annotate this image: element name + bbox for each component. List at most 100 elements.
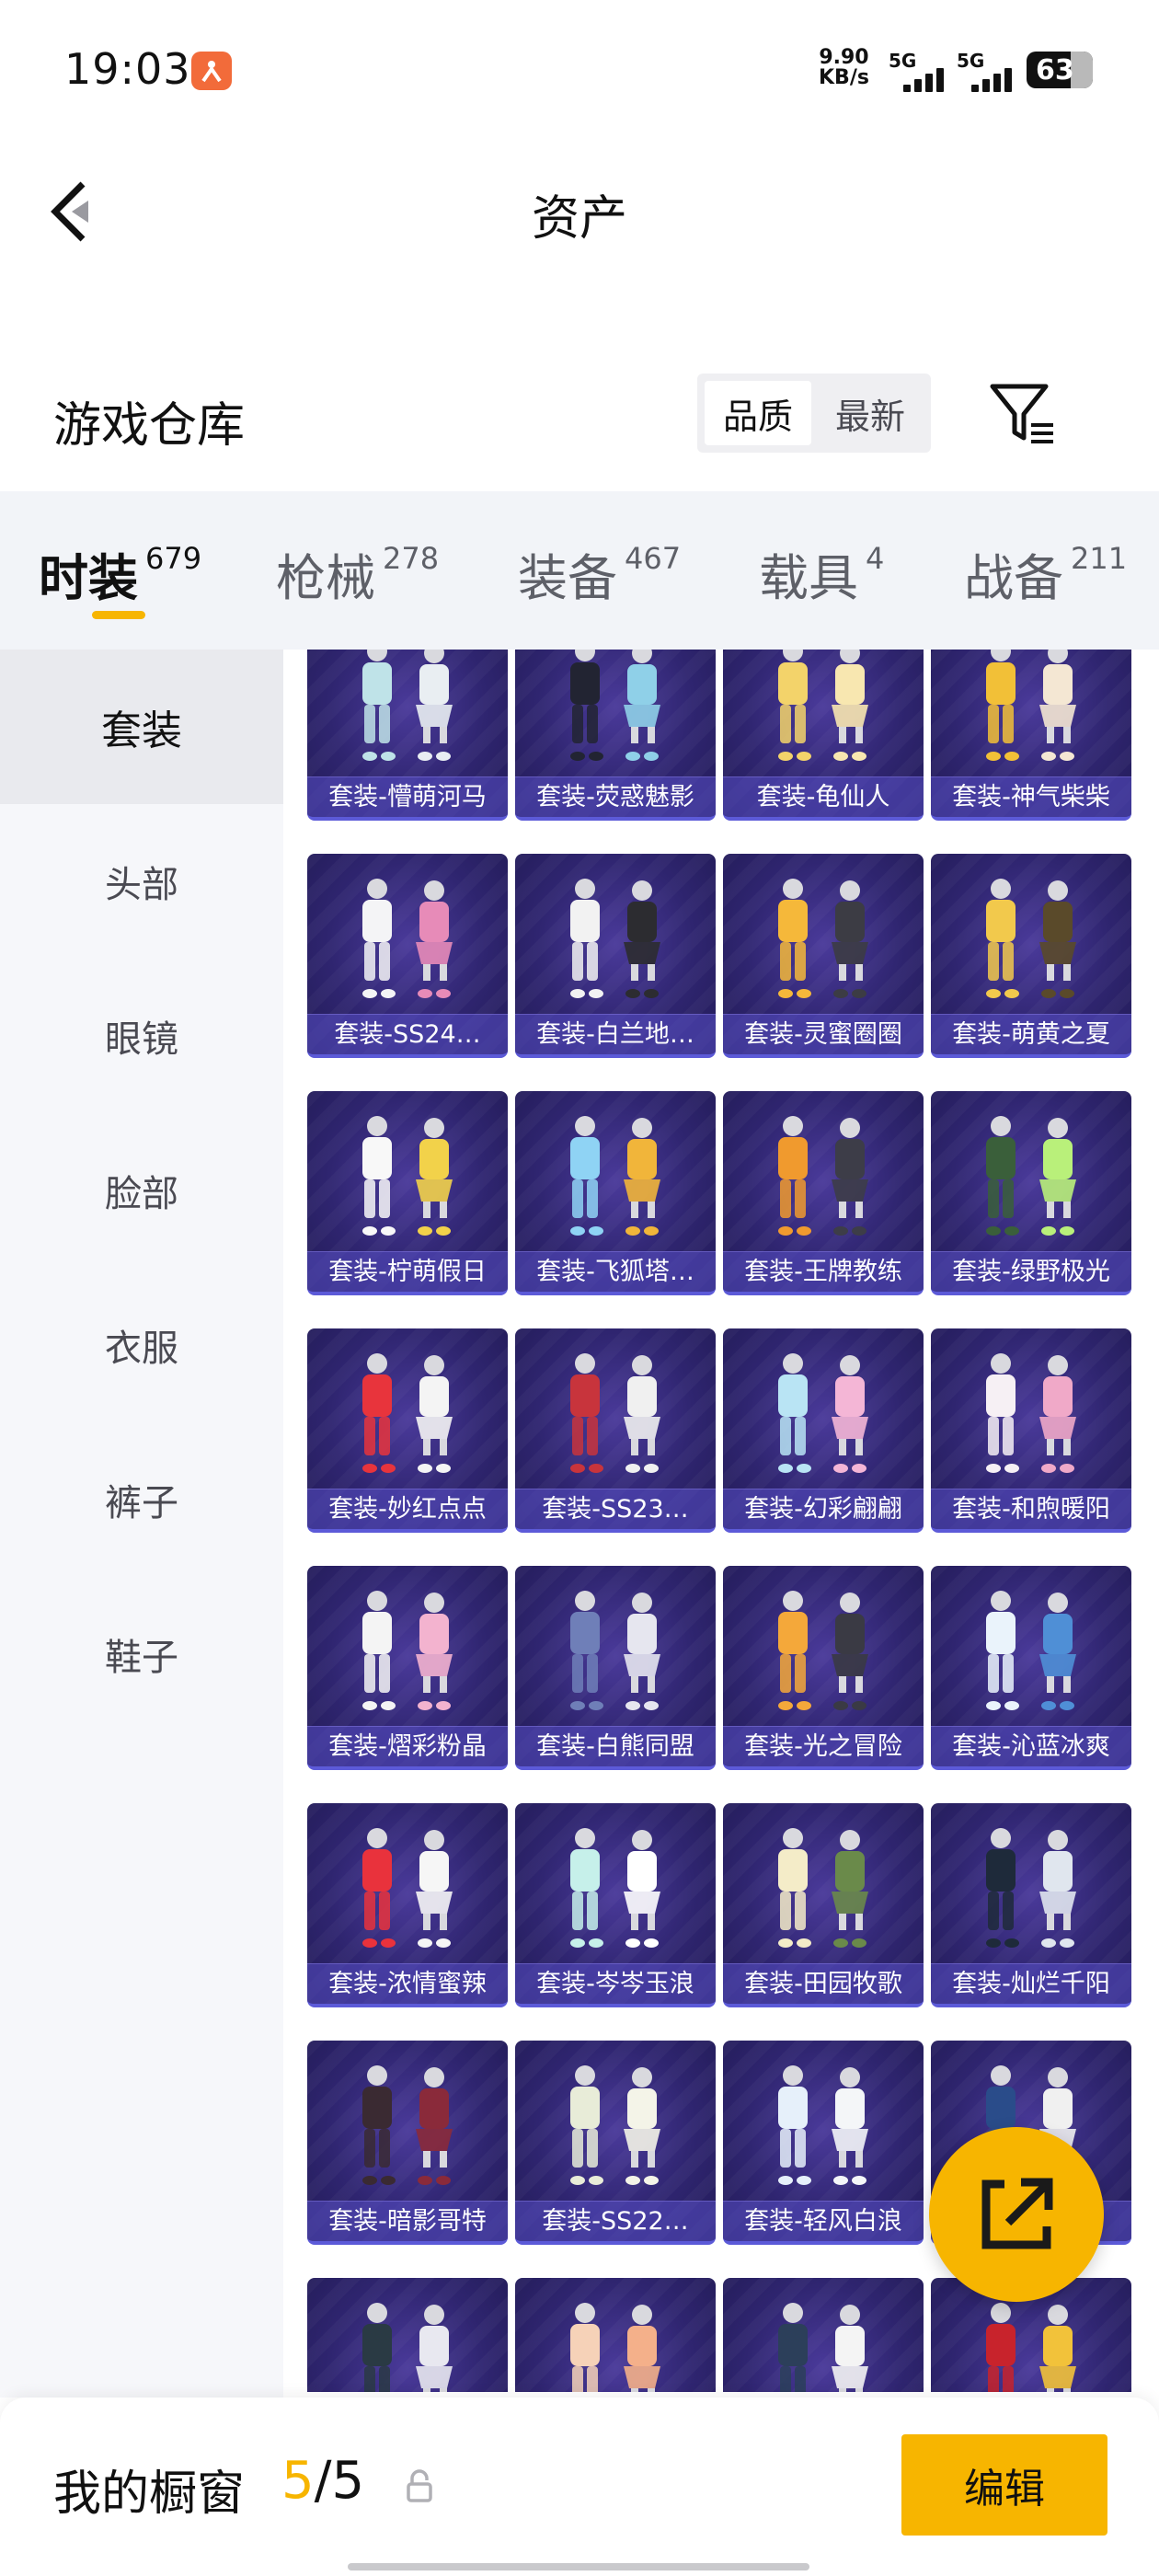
outfit-card[interactable]: 套装-妙红点点 xyxy=(307,1328,508,1533)
outfit-name: 套装-和煦暖阳 xyxy=(931,1489,1131,1529)
outfit-thumbnail xyxy=(570,1353,660,1473)
outfit-card[interactable]: 套装-暗影哥特 xyxy=(307,2041,508,2245)
outfit-card[interactable]: 套装-田园牧歌 xyxy=(723,1803,924,2007)
sidebar-item-shoes[interactable]: 鞋子 xyxy=(0,1577,283,1731)
share-external-icon xyxy=(981,2178,1053,2249)
outfit-card[interactable] xyxy=(723,2278,924,2392)
share-button[interactable] xyxy=(929,2127,1104,2302)
outfit-name: 套装-荧惑魅影 xyxy=(515,776,716,817)
tab-label: 时装 xyxy=(39,549,138,607)
outfit-card[interactable]: 套装-熠彩粉晶 xyxy=(307,1566,508,1770)
tab-label: 枪械 xyxy=(276,549,375,607)
tab-count: 278 xyxy=(383,541,440,576)
outfit-card[interactable]: 套装-龟仙人 xyxy=(723,650,924,821)
edit-button[interactable]: 编辑 xyxy=(901,2434,1107,2536)
tab-count: 211 xyxy=(1071,541,1128,576)
outfit-card[interactable]: 套装-幻彩翩翩 xyxy=(723,1328,924,1533)
battery-icon: 63 xyxy=(1027,52,1093,88)
outfit-card[interactable]: 套装-沁蓝冰爽 xyxy=(931,1566,1131,1770)
outfit-thumbnail xyxy=(778,2065,868,2185)
outfit-card[interactable]: 套装-浓情蜜辣 xyxy=(307,1803,508,2007)
tab-fashion[interactable]: 时装 679 xyxy=(39,537,201,610)
network-speed: 9.90 KB/s xyxy=(819,48,869,88)
outfit-card[interactable]: 套装-懵萌河马 xyxy=(307,650,508,821)
outfit-thumbnail xyxy=(778,1828,868,1948)
outfit-name: 套装-幻彩翩翩 xyxy=(723,1489,924,1529)
bottom-bar: 我的橱窗 5/5 编辑 xyxy=(0,2398,1159,2576)
outfit-card[interactable]: 套装-岑岑玉浪 xyxy=(515,1803,716,2007)
tab-equipment[interactable]: 装备 467 xyxy=(518,537,681,610)
outfit-thumbnail xyxy=(570,2065,660,2185)
outfit-card[interactable]: 套装-SS23… xyxy=(515,1328,716,1533)
network-speed-value: 9.90 xyxy=(819,46,869,69)
outfit-thumbnail xyxy=(362,879,453,998)
outfit-name: 套装-SS23… xyxy=(515,1489,716,1529)
outfit-thumbnail xyxy=(570,879,660,998)
outfit-card[interactable]: 套装-飞狐塔… xyxy=(515,1091,716,1295)
outfit-card[interactable]: 套装-神气柴柴 xyxy=(931,650,1131,821)
tab-gear[interactable]: 战备 211 xyxy=(964,537,1127,610)
outfit-thumbnail xyxy=(778,650,868,761)
outfit-card[interactable]: 套装-白兰地… xyxy=(515,854,716,1058)
outfit-card[interactable]: 套装-SS24… xyxy=(307,854,508,1058)
outfit-card[interactable]: 套装-荧惑魅影 xyxy=(515,650,716,821)
tab-guns[interactable]: 枪械 278 xyxy=(276,537,439,610)
outfit-thumbnail xyxy=(778,1116,868,1236)
outfit-thumbnail xyxy=(986,1591,1076,1710)
sidebar-item-glasses[interactable]: 眼镜 xyxy=(0,959,283,1113)
tab-label: 载具 xyxy=(759,549,858,607)
outfit-name: 套装-龟仙人 xyxy=(723,776,924,817)
outfit-name: 套装-灵蜜圈圈 xyxy=(723,1014,924,1054)
showcase-current: 5 xyxy=(281,2451,315,2511)
outfit-name: 套装-王牌教练 xyxy=(723,1251,924,1292)
outfit-thumbnail xyxy=(570,1116,660,1236)
outfit-card[interactable] xyxy=(515,2278,716,2392)
outfit-thumbnail xyxy=(778,879,868,998)
outfit-card[interactable]: 套装-灿烂千阳 xyxy=(931,1803,1131,2007)
outfit-thumbnail xyxy=(362,1353,453,1473)
outfit-card[interactable]: 套装-绿野极光 xyxy=(931,1091,1131,1295)
orange-app-notification-icon xyxy=(191,52,232,90)
tab-label: 战备 xyxy=(964,549,1063,607)
showcase-count: 5/5 xyxy=(281,2451,364,2511)
outfit-thumbnail xyxy=(986,879,1076,998)
tab-vehicles[interactable]: 载具 4 xyxy=(759,537,884,610)
showcase-label: 我的橱窗 xyxy=(53,2467,246,2522)
sidebar-item-head[interactable]: 头部 xyxy=(0,804,283,959)
outfit-thumbnail xyxy=(570,1828,660,1948)
lock-icon xyxy=(407,2469,432,2502)
outfit-card[interactable]: 套装-和煦暖阳 xyxy=(931,1328,1131,1533)
outfit-card[interactable]: 套装-轻风白浪 xyxy=(723,2041,924,2245)
category-tab-bar: 时装 679 枪械 278 装备 467 载具 4 战备 211 xyxy=(0,491,1159,650)
outfit-card[interactable]: 套装-白熊同盟 xyxy=(515,1566,716,1770)
outfit-card[interactable]: 套装-SS22… xyxy=(515,2041,716,2245)
sidebar-item-suits[interactable]: 套装 xyxy=(0,650,283,804)
sidebar-item-face[interactable]: 脸部 xyxy=(0,1113,283,1268)
outfit-name: 套装-懵萌河马 xyxy=(307,776,508,817)
outfit-name: 套装-沁蓝冰爽 xyxy=(931,1726,1131,1766)
sidebar-item-clothes[interactable]: 衣服 xyxy=(0,1268,283,1422)
sort-option-quality[interactable]: 品质 xyxy=(705,381,811,445)
outfit-thumbnail xyxy=(362,1828,453,1948)
sort-option-newest[interactable]: 最新 xyxy=(817,381,924,445)
funnel-filter-icon xyxy=(990,384,1053,443)
outfit-name: 套装-白兰地… xyxy=(515,1014,716,1054)
outfit-thumbnail xyxy=(778,1353,868,1473)
outfit-card[interactable] xyxy=(307,2278,508,2392)
outfit-name: 套装-暗影哥特 xyxy=(307,2201,508,2241)
outfit-name: 套装-熠彩粉晶 xyxy=(307,1726,508,1766)
outfit-card[interactable]: 套装-柠萌假日 xyxy=(307,1091,508,1295)
outfit-name: 套装-飞狐塔… xyxy=(515,1251,716,1292)
outfit-thumbnail xyxy=(362,2065,453,2185)
home-indicator xyxy=(348,2563,809,2570)
filter-button[interactable] xyxy=(989,381,1057,447)
outfit-thumbnail xyxy=(986,1353,1076,1473)
outfit-card[interactable]: 套装-王牌教练 xyxy=(723,1091,924,1295)
sidebar-item-pants[interactable]: 裤子 xyxy=(0,1422,283,1577)
showcase-total: /5 xyxy=(314,2451,365,2511)
battery-level: 63 xyxy=(1036,54,1074,86)
outfit-name: 套装-白熊同盟 xyxy=(515,1726,716,1766)
outfit-card[interactable]: 套装-灵蜜圈圈 xyxy=(723,854,924,1058)
outfit-card[interactable]: 套装-萌黄之夏 xyxy=(931,854,1131,1058)
outfit-card[interactable]: 套装-光之冒险 xyxy=(723,1566,924,1770)
